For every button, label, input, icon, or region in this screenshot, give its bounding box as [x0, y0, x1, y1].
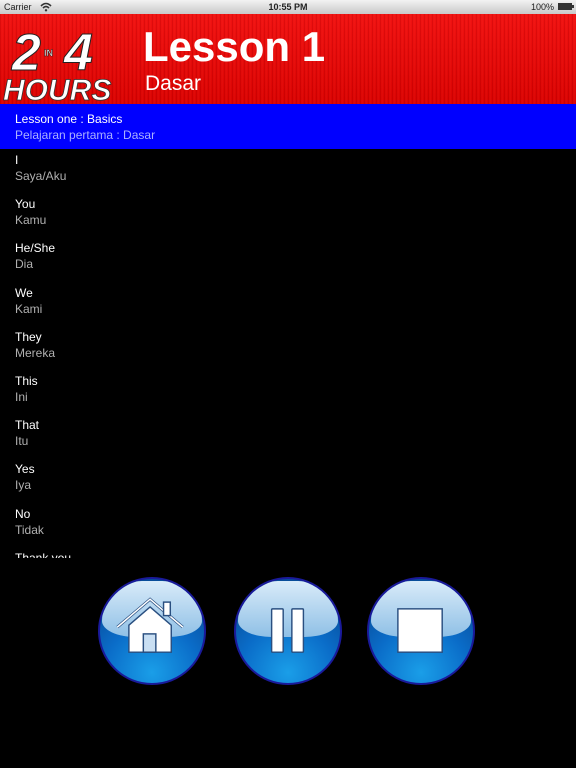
word-english: He/She [15, 241, 56, 256]
lesson-info-bar: Lesson one : Basics Pelajaran pertama : … [0, 104, 576, 149]
lesson-info-indonesian: Pelajaran pertama : Dasar [15, 128, 156, 142]
word-indonesian: Saya/Aku [15, 169, 67, 183]
home-icon [116, 597, 184, 653]
status-time: 10:55 PM [268, 2, 308, 12]
word-item[interactable]: That Itu [0, 417, 576, 461]
word-english: Thank you [15, 550, 72, 558]
word-indonesian: Mereka [15, 345, 56, 360]
word-indonesian: Iya [15, 478, 32, 493]
word-english: You [15, 197, 36, 212]
lesson-info-english: Lesson one : Basics [15, 112, 123, 126]
word-item[interactable]: No Tidak [0, 506, 576, 550]
word-english: I [15, 153, 19, 167]
word-item[interactable]: We Kami [0, 285, 576, 329]
word-item[interactable]: They Mereka [0, 329, 576, 373]
word-list[interactable]: I Saya/Aku You Kamu He/She Dia We Kami T… [0, 152, 576, 558]
stop-icon [397, 608, 443, 653]
word-indonesian: Ini [15, 389, 28, 404]
word-item[interactable]: You Kamu [0, 196, 576, 240]
stop-button[interactable] [367, 577, 475, 685]
pause-icon [270, 608, 305, 653]
word-item[interactable]: I Saya/Aku [0, 152, 576, 196]
lesson-title: Lesson 1 [143, 23, 326, 70]
logo-small-text: IN [44, 48, 53, 58]
word-indonesian: Kami [15, 301, 43, 316]
word-english: We [15, 285, 33, 300]
battery-icon [558, 3, 574, 10]
word-english: They [15, 329, 42, 344]
word-english: That [15, 418, 40, 433]
word-english: Yes [15, 462, 35, 477]
24-hours-logo: 2 IN 4 HOURS [3, 24, 112, 105]
logo-hours-text: HOURS [3, 74, 111, 104]
pause-button[interactable] [234, 577, 342, 685]
battery-percent: 100% [530, 2, 554, 12]
word-english: This [15, 373, 38, 388]
word-item[interactable]: Yes Iya [0, 461, 576, 505]
word-indonesian: Itu [15, 434, 29, 449]
word-indonesian: Dia [15, 257, 34, 272]
lesson-subtitle: Dasar [145, 72, 202, 95]
word-item[interactable]: Thank you [0, 550, 576, 558]
word-item[interactable]: He/She Dia [0, 240, 576, 284]
home-button[interactable] [98, 577, 206, 685]
word-indonesian: Tidak [15, 522, 44, 537]
status-bar: Carrier 10:55 PM 100% [0, 0, 576, 14]
word-english: No [15, 506, 31, 521]
word-indonesian: Kamu [15, 213, 47, 228]
lesson-header: 2 IN 4 HOURS Lesson 1 Dasar [0, 14, 576, 104]
playback-controls [0, 577, 576, 687]
word-item[interactable]: This Ini [0, 373, 576, 417]
